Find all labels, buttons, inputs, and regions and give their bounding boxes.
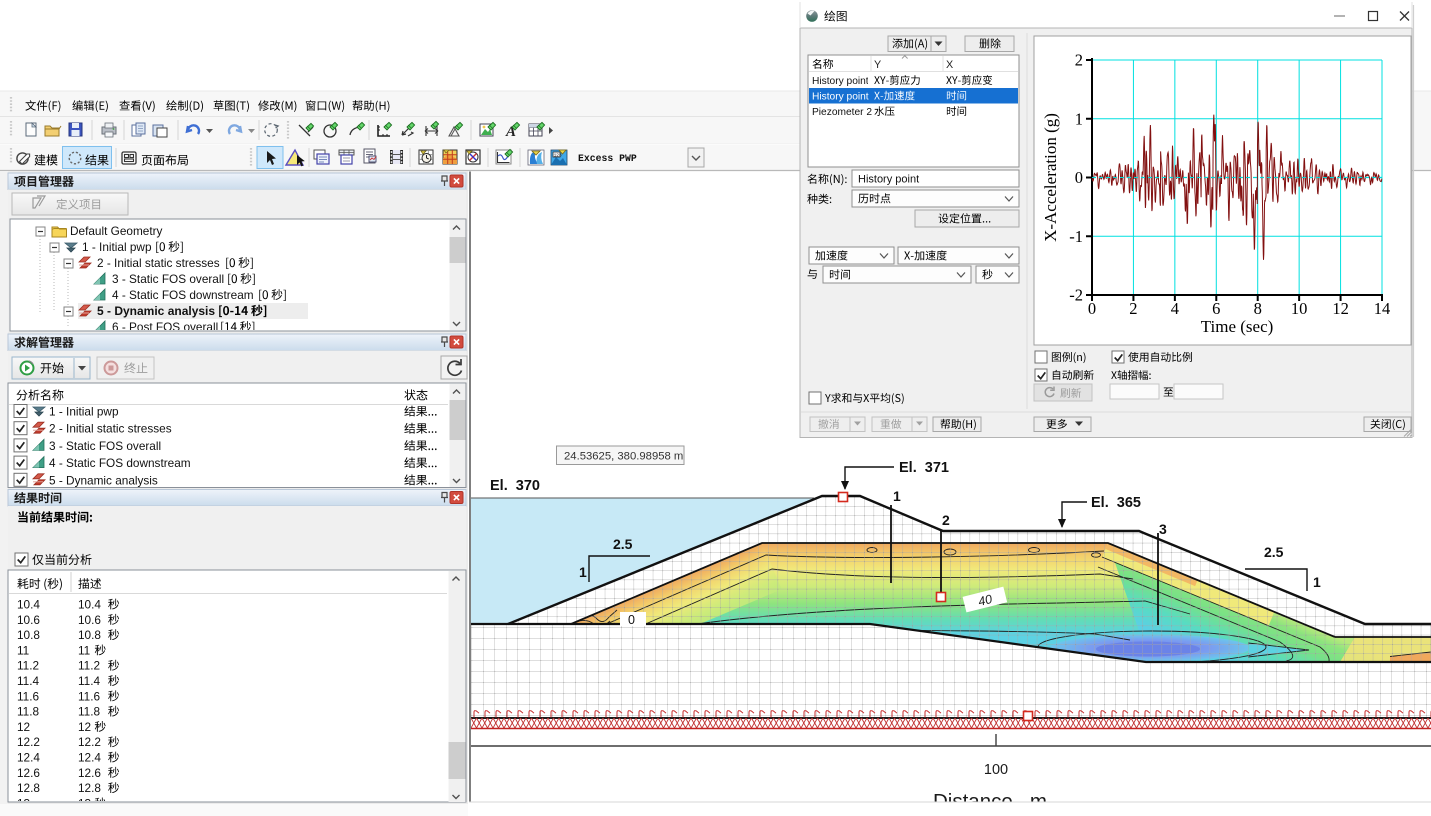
- svg-text:4 - Static FOS downstream: 4 - Static FOS downstream: [49, 456, 191, 470]
- svg-text:El. 370: El. 370: [490, 478, 540, 494]
- svg-text:3: 3: [1159, 521, 1167, 537]
- svg-text:Y: Y: [874, 59, 881, 71]
- svg-text:12.4: 12.4: [78, 751, 101, 765]
- svg-text:100: 100: [984, 762, 1008, 778]
- svg-text:El. 371: El. 371: [899, 460, 949, 476]
- svg-text:X: X: [946, 59, 953, 71]
- svg-text:11: 11: [17, 643, 29, 657]
- svg-text:10.4: 10.4: [78, 598, 101, 612]
- svg-text:11.4: 11.4: [78, 674, 101, 688]
- svg-text:X-Acceleration (g): X-Acceleration (g): [1041, 113, 1060, 242]
- svg-text:10.8: 10.8: [17, 628, 40, 642]
- svg-text:11.8: 11.8: [78, 705, 101, 719]
- svg-text:11.2: 11.2: [17, 659, 39, 673]
- svg-text:10: 10: [1291, 299, 1308, 318]
- svg-text:11.4: 11.4: [17, 674, 40, 688]
- svg-text:2.5: 2.5: [613, 536, 633, 552]
- svg-text:Piezometer 2: Piezometer 2: [812, 107, 872, 118]
- svg-text:Time (sec): Time (sec): [1201, 317, 1274, 336]
- svg-text:11.2: 11.2: [78, 659, 100, 673]
- svg-text:12: 12: [17, 720, 30, 734]
- svg-text:History point: History point: [812, 92, 869, 103]
- svg-text:El. 365: El. 365: [1091, 495, 1141, 511]
- svg-text:History point: History point: [858, 174, 919, 186]
- svg-text:14: 14: [1374, 299, 1391, 318]
- svg-text:12: 12: [1332, 299, 1349, 318]
- svg-text:11: 11: [78, 643, 90, 657]
- svg-text:12.6: 12.6: [17, 766, 40, 780]
- svg-text:10.4: 10.4: [17, 598, 40, 612]
- svg-text:12.8: 12.8: [78, 781, 101, 795]
- svg-text:11.6: 11.6: [78, 689, 101, 703]
- svg-text:10.6: 10.6: [78, 613, 101, 627]
- svg-text:12: 12: [78, 720, 91, 734]
- svg-text:0: 0: [628, 613, 635, 627]
- svg-text:1: 1: [579, 564, 587, 580]
- svg-text:12.2: 12.2: [78, 735, 101, 749]
- svg-text:5 - Dynamic analysis: 5 - Dynamic analysis: [97, 304, 215, 318]
- svg-text:11.8: 11.8: [17, 705, 40, 719]
- svg-text:10.8: 10.8: [78, 628, 101, 642]
- svg-text:1 - Initial pwp: 1 - Initial pwp: [49, 405, 119, 419]
- svg-text:2: 2: [1129, 299, 1137, 318]
- svg-text:1: 1: [1075, 109, 1083, 128]
- svg-text:1 - Initial pwp: 1 - Initial pwp: [82, 240, 152, 254]
- svg-text:Default Geometry: Default Geometry: [70, 224, 163, 238]
- svg-text:123: 123: [554, 152, 562, 158]
- svg-text:5 - Dynamic analysis: 5 - Dynamic analysis: [49, 473, 158, 487]
- svg-text:24.53625, 380.98958 m: 24.53625, 380.98958 m: [564, 451, 683, 463]
- svg-text:0: 0: [1075, 168, 1083, 187]
- svg-text:3 - Static FOS overall: 3 - Static FOS overall: [49, 439, 161, 453]
- svg-text:1: 1: [1313, 574, 1321, 590]
- svg-text:2 - Initial static stresses: 2 - Initial static stresses: [97, 256, 220, 270]
- svg-text:2: 2: [942, 512, 950, 528]
- svg-text:2: 2: [1075, 51, 1083, 70]
- svg-text:2.5: 2.5: [1264, 544, 1284, 560]
- svg-text:-1: -1: [1069, 227, 1083, 246]
- svg-text:12.2: 12.2: [17, 735, 40, 749]
- svg-text:2 - Initial static stresses: 2 - Initial static stresses: [49, 422, 172, 436]
- svg-text:1: 1: [893, 488, 901, 504]
- svg-text:12.6: 12.6: [78, 766, 101, 780]
- svg-text:12.4: 12.4: [17, 751, 40, 765]
- svg-text:Excess PWP: Excess PWP: [578, 153, 637, 164]
- svg-text:11.6: 11.6: [17, 689, 40, 703]
- svg-text:4: 4: [1171, 299, 1179, 318]
- svg-text:0: 0: [1088, 299, 1096, 318]
- svg-text:8: 8: [1254, 299, 1262, 318]
- svg-text:6: 6: [1212, 299, 1220, 318]
- svg-text:10.6: 10.6: [17, 613, 40, 627]
- svg-text:-2: -2: [1069, 286, 1083, 305]
- svg-text:4 - Static FOS downstream: 4 - Static FOS downstream: [112, 288, 254, 302]
- svg-text:12.8: 12.8: [17, 781, 40, 795]
- svg-text:3 - Static FOS overall: 3 - Static FOS overall: [112, 272, 224, 286]
